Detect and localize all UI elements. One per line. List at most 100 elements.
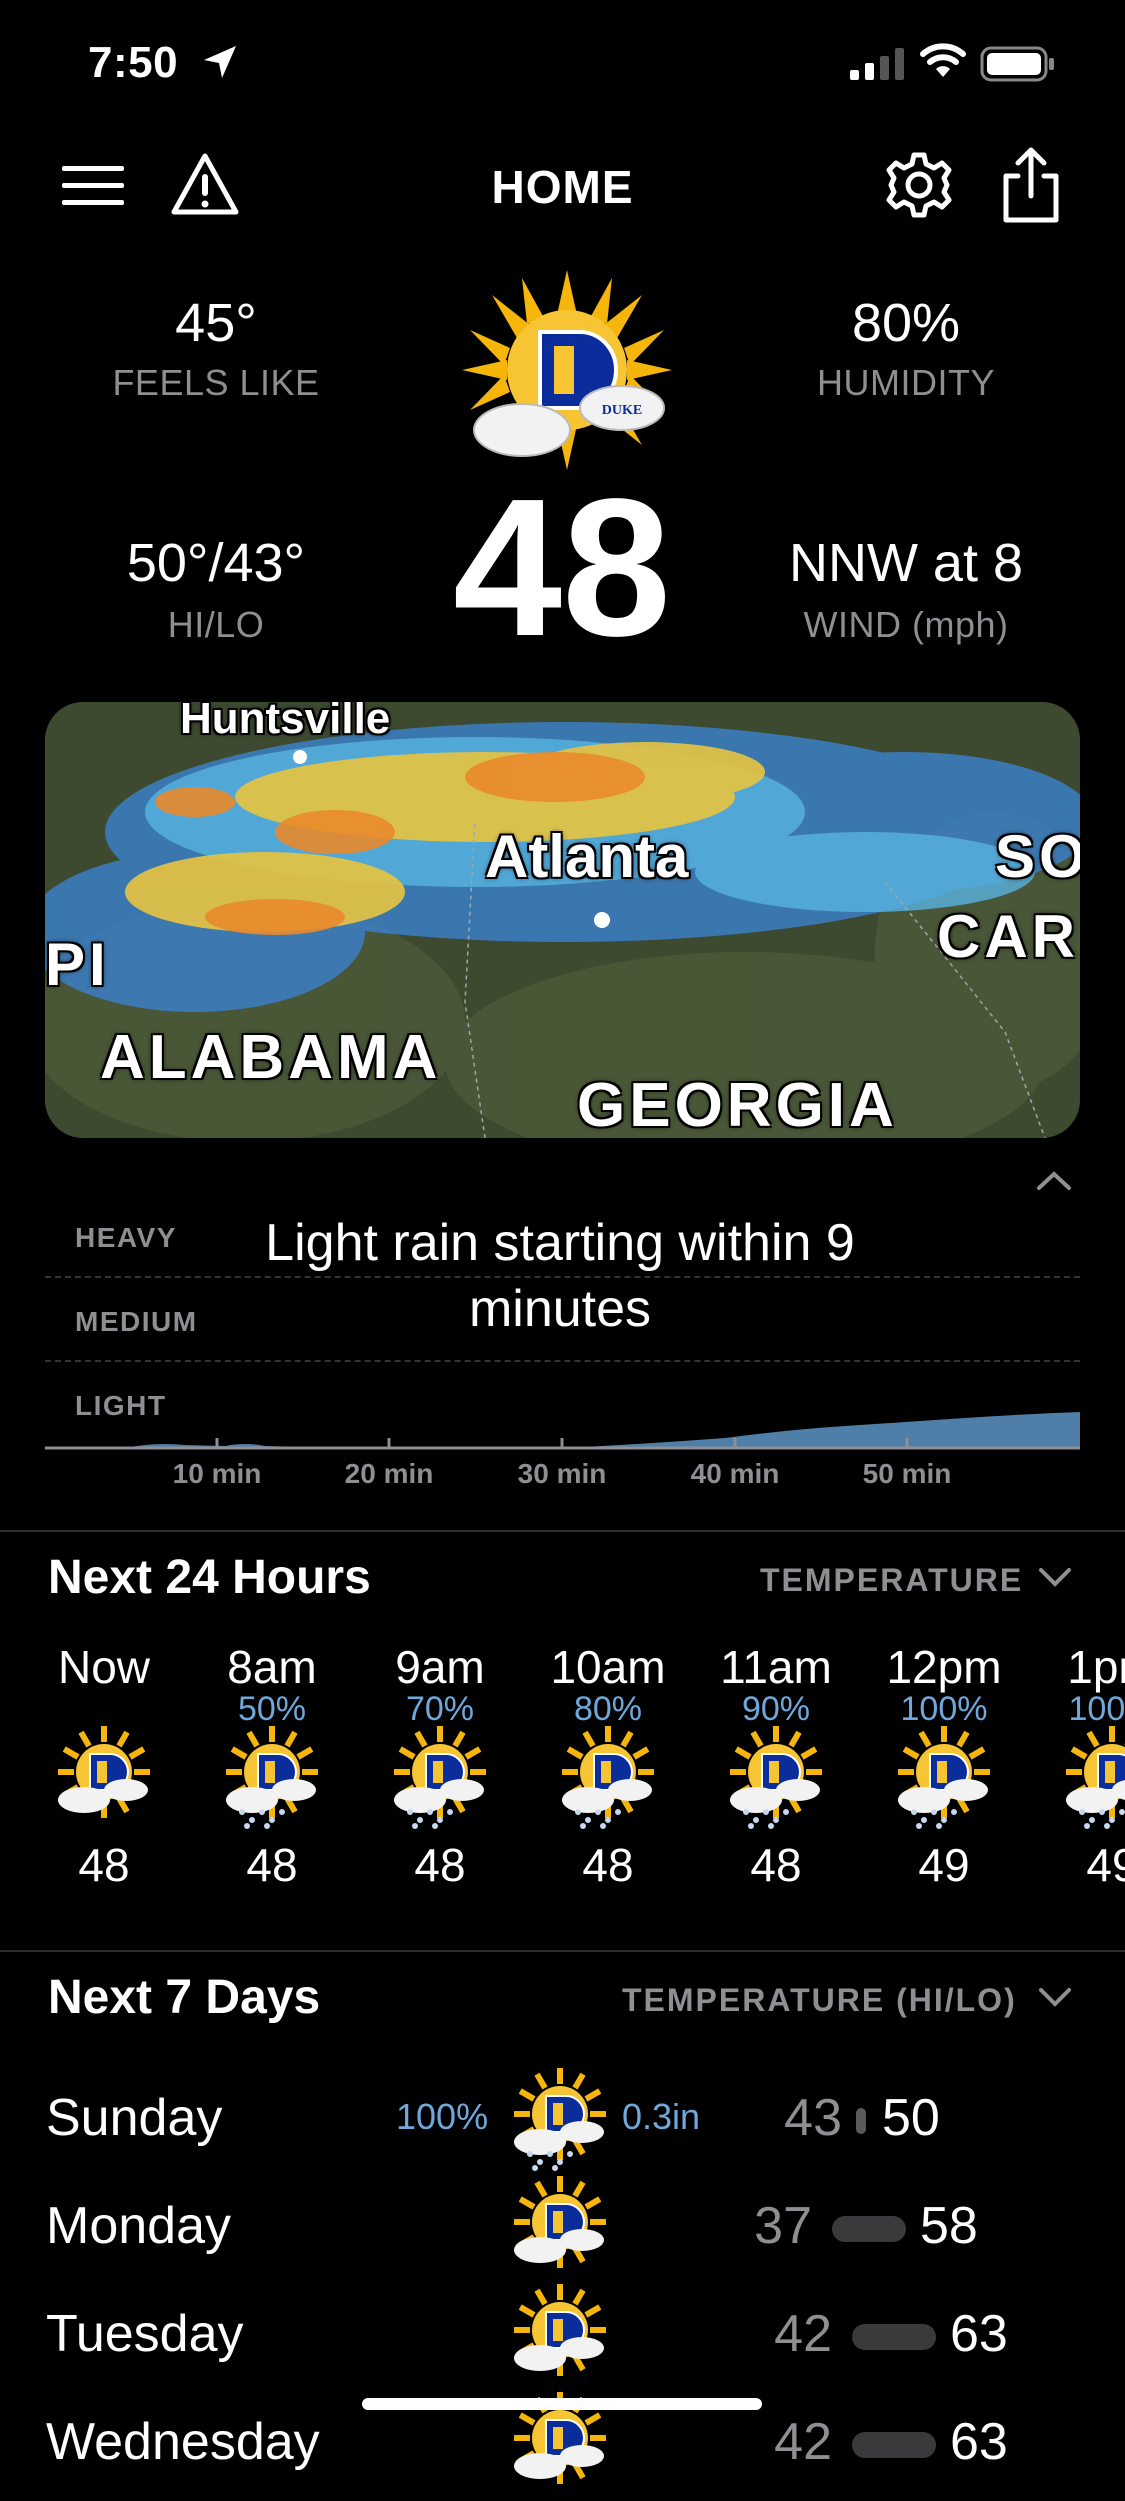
hour-time: 1pm (1067, 1641, 1125, 1693)
hour-precip-chance: 100% (900, 1690, 988, 1728)
current-temperature: 48 (452, 458, 671, 677)
location-arrow-icon (204, 46, 236, 78)
hour-weather-icon (692, 1726, 860, 1830)
map-label-south-carolina-2: CAR (937, 903, 1079, 970)
day-low: 42 (774, 2413, 832, 2471)
day-low: 43 (784, 2089, 842, 2147)
hour-temperature: 48 (78, 1839, 130, 1891)
precip-graph (45, 1412, 1080, 1450)
collapse-chevron-icon[interactable] (1034, 1166, 1074, 1196)
hour-temperature: 48 (414, 1839, 466, 1891)
hour-time: 9am (395, 1641, 485, 1693)
hour-weather-icon (524, 1726, 692, 1830)
hour-time: 12pm (886, 1641, 1002, 1693)
tick-30min: 30 min (517, 1458, 607, 1489)
hour-weather-icon (356, 1726, 524, 1830)
tick-40min: 40 min (690, 1458, 780, 1489)
day-precip-chance: 100% (396, 2096, 489, 2137)
settings-gear-icon[interactable] (884, 150, 954, 220)
hour-precip-chance: 50% (237, 1690, 307, 1728)
day-name: Monday (46, 2197, 231, 2255)
day-high: 58 (920, 2197, 978, 2255)
day-low: 42 (774, 2305, 832, 2363)
day-high: 50 (882, 2089, 940, 2147)
share-icon[interactable] (996, 146, 1066, 226)
battery-icon (980, 46, 1054, 82)
cellular-signal-icon (850, 48, 904, 80)
hour-column: 12pm 100% 49 (860, 1640, 1028, 1892)
daily-selector[interactable]: TEMPERATURE (HI/LO) (622, 1982, 1017, 2019)
chevron-down-icon[interactable] (1036, 1562, 1074, 1592)
hourly-selector[interactable]: TEMPERATURE (760, 1562, 1023, 1599)
day-name: Sunday (46, 2089, 223, 2147)
day-weather-icon (510, 2068, 610, 2177)
wifi-icon (920, 43, 966, 77)
map-label-atlanta: Atlanta (485, 823, 689, 890)
hour-column: 1pm100% 49 (1028, 1640, 1125, 1892)
hourly-title: Next 24 Hours (48, 1551, 371, 1604)
status-time: 7:50 (88, 38, 179, 87)
home-indicator[interactable] (362, 2398, 762, 2410)
temp-range-bar (852, 2324, 936, 2350)
tick-50min: 50 min (862, 1458, 952, 1489)
hour-time: 10am (550, 1641, 666, 1693)
tick-20min: 20 min (344, 1458, 434, 1489)
precip-message: Light rain starting within 9 minutes (265, 1214, 855, 1338)
page-title: HOME (491, 161, 634, 213)
map-label-alabama: ALABAMA (100, 1023, 442, 1092)
radar-map[interactable]: Huntsville Atlanta ALABAMA GEORGIA SO CA… (45, 702, 1080, 1138)
map-label-georgia: GEORGIA (577, 1071, 898, 1138)
hour-column: 11am 90% 48 (692, 1640, 860, 1892)
hour-temperature: 49 (918, 1839, 970, 1891)
chevron-down-icon[interactable] (1036, 1982, 1074, 2012)
humidity-value: 80% (851, 293, 961, 353)
wind-label: WIND (mph) (803, 604, 1009, 645)
hour-column: 8am 50% 48 (188, 1640, 356, 1892)
hour-weather-icon (20, 1726, 188, 1830)
day-low: 37 (754, 2197, 812, 2255)
hour-time: 11am (720, 1641, 832, 1693)
temp-range-bar (856, 2108, 866, 2134)
hour-column: 10am 80% 48 (524, 1640, 692, 1892)
hour-temperature: 48 (750, 1839, 802, 1891)
level-heavy: HEAVY (75, 1222, 177, 1253)
hour-precip-chance: 90% (741, 1690, 811, 1728)
map-label-huntsville: Huntsville (180, 702, 391, 743)
day-precip-amount: 0.3in (622, 2096, 701, 2137)
daily-title: Next 7 Days (48, 1971, 321, 2024)
hour-weather-icon (188, 1726, 356, 1830)
hilo-value: 50°/43° (126, 533, 306, 593)
feels-like-label: FEELS LIKE (112, 362, 320, 403)
day-weather-icon (510, 2176, 610, 2285)
hour-precip-chance: 80% (573, 1690, 643, 1728)
hour-weather-icon (860, 1726, 1028, 1830)
wind-value: NNW at 8 (788, 533, 1024, 593)
day-name: Tuesday (46, 2305, 244, 2363)
hour-weather-icon (1028, 1726, 1125, 1830)
section-divider (0, 1950, 1125, 1952)
hour-precip-chance: 100% (1068, 1690, 1125, 1728)
hour-column: 9am 70% 48 (356, 1640, 524, 1892)
hour-time: 8am (227, 1641, 317, 1693)
hour-temperature: 48 (582, 1839, 634, 1891)
day-high: 63 (950, 2413, 1008, 2471)
divider (45, 1360, 1080, 1362)
humidity-label: HUMIDITY (817, 362, 995, 403)
day-name: Wednesday (46, 2413, 320, 2471)
section-divider (0, 1530, 1125, 1532)
map-label-south-carolina-1: SO (995, 823, 1080, 890)
hour-precip-chance: 70% (405, 1690, 475, 1728)
day-high: 63 (950, 2305, 1008, 2363)
hour-column: Now 48 (20, 1640, 188, 1892)
svg-text:DUKE: DUKE (602, 403, 642, 418)
hilo-label: HI/LO (167, 604, 265, 645)
hour-precip-chance (20, 1690, 188, 1726)
duke-partly-cloudy-icon: DUKE (462, 270, 672, 470)
map-label-mississippi: PI (45, 931, 110, 998)
hour-temperature: 48 (246, 1839, 298, 1891)
hour-temperature: 49 (1086, 1839, 1125, 1891)
hour-time: Now (57, 1641, 151, 1693)
day-weather-icon (510, 2284, 610, 2393)
temp-range-bar (832, 2216, 906, 2242)
feels-like-value: 45° (175, 293, 257, 353)
